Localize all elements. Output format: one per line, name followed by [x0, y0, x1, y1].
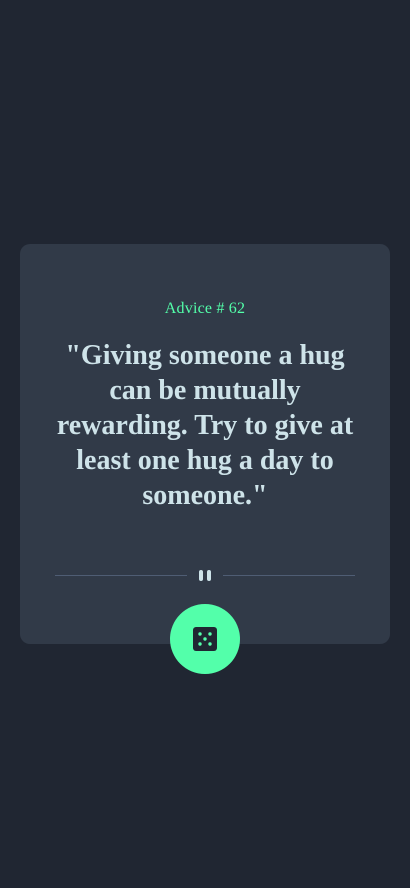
advice-quote: "Giving someone a hug can be mutually re… — [56, 340, 354, 511]
generate-advice-button[interactable] — [170, 604, 240, 674]
advice-number: Advice # 62 — [164, 300, 246, 317]
divider-line-left — [55, 575, 187, 576]
divider-line-right — [223, 575, 355, 576]
dice-icon — [193, 627, 217, 651]
pattern-divider — [55, 568, 355, 584]
advice-card: Advice # 62 "Giving someone a hug can be… — [20, 244, 390, 674]
pause-icon — [197, 570, 213, 582]
